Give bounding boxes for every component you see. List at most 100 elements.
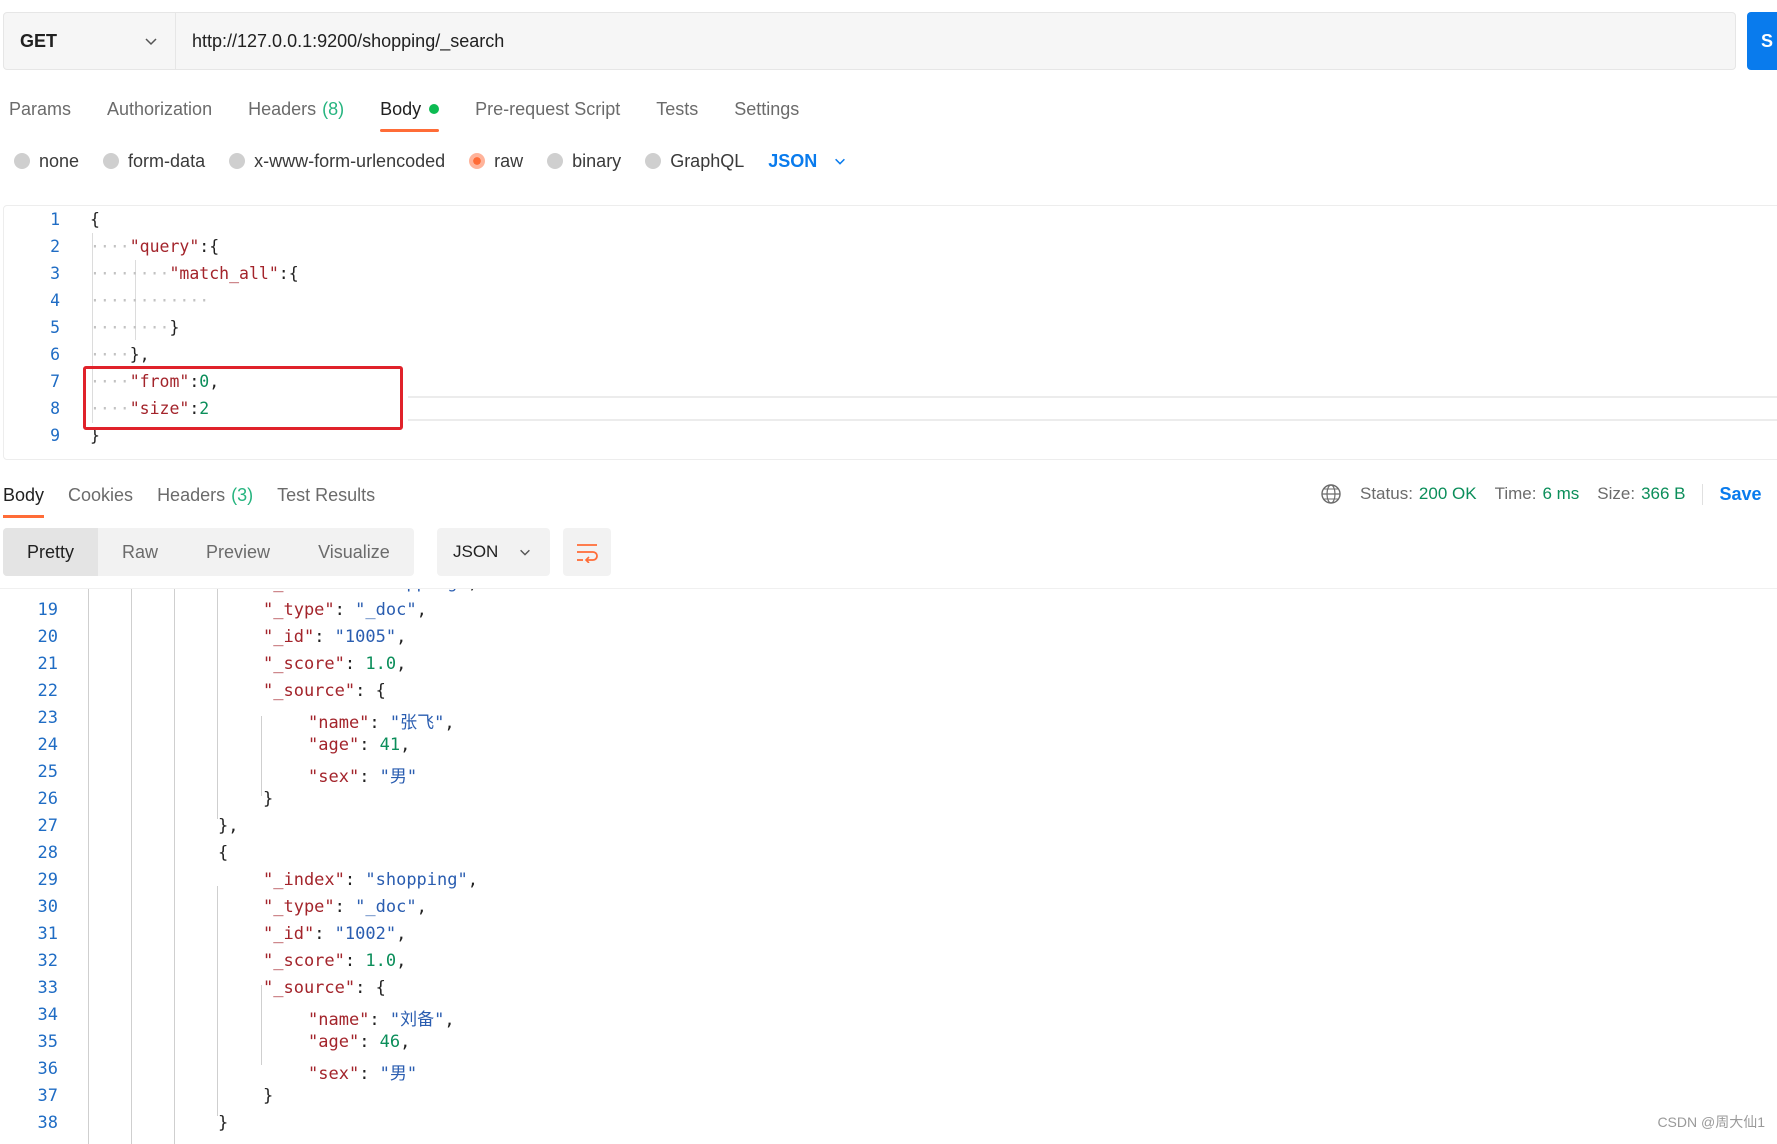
mode-form-data[interactable]: form-data bbox=[103, 151, 205, 172]
response-line-number: 30 bbox=[37, 897, 58, 917]
send-button[interactable]: S bbox=[1747, 12, 1777, 70]
tab-pre-request-script[interactable]: Pre-request Script bbox=[466, 86, 629, 132]
json-value: "刘备" bbox=[389, 1010, 445, 1030]
code-line-2: ····"query":{ bbox=[90, 237, 220, 256]
response-format-select[interactable]: JSON bbox=[437, 528, 550, 576]
view-preview[interactable]: Preview bbox=[182, 528, 294, 576]
response-body-viewer[interactable]: 18 "_index": "shopping", 19 "_type": "_doc"… bbox=[0, 588, 1777, 1144]
response-line-number: 18 bbox=[0, 589, 58, 593]
json-value: 46 bbox=[379, 1032, 401, 1052]
highlight-annotation-box bbox=[83, 366, 403, 430]
radio-none[interactable] bbox=[14, 153, 30, 169]
res-tab-cookies[interactable]: Cookies bbox=[65, 472, 136, 518]
res-tab-cookies-label: Cookies bbox=[68, 484, 134, 505]
mode-raw[interactable]: raw bbox=[469, 151, 523, 172]
response-status-bar: Status: 200 OK Time: 6 ms Size: 366 B Save bbox=[1320, 476, 1762, 512]
time-label: Time: bbox=[1494, 484, 1537, 503]
view-visualize[interactable]: Visualize bbox=[294, 528, 414, 576]
tab-body[interactable]: Body bbox=[371, 86, 448, 132]
line-number: 9 bbox=[50, 426, 60, 445]
tab-tests-label: Tests bbox=[656, 98, 699, 119]
json-key: "_score" bbox=[263, 654, 345, 674]
tab-headers-label: Headers bbox=[248, 98, 317, 119]
view-raw[interactable]: Raw bbox=[98, 528, 182, 576]
response-tabs: Body Cookies Headers (3) Test Results bbox=[0, 472, 396, 518]
radio-raw[interactable] bbox=[469, 153, 486, 169]
json-key: "age" bbox=[308, 735, 360, 755]
tab-settings-label: Settings bbox=[734, 98, 800, 119]
line-number: 3 bbox=[50, 264, 60, 283]
indent-guide bbox=[88, 589, 89, 1144]
method-label: GET bbox=[20, 30, 58, 51]
time-info: Time: 6 ms bbox=[1495, 484, 1580, 504]
line-number: 1 bbox=[50, 210, 60, 229]
json-key: "_type" bbox=[263, 897, 335, 917]
indent-guide bbox=[217, 589, 218, 819]
response-line-number: 27 bbox=[37, 816, 58, 836]
response-line: "age": 46, bbox=[308, 1032, 411, 1052]
response-line: "_source": { bbox=[263, 681, 386, 701]
wrap-lines-button[interactable] bbox=[563, 528, 611, 576]
response-line: } bbox=[263, 1086, 274, 1106]
mode-urlencoded[interactable]: x-www-form-urlencoded bbox=[229, 151, 445, 172]
status-value: 200 OK bbox=[1418, 484, 1477, 503]
headers-count: (8) bbox=[322, 98, 345, 119]
radio-graphql[interactable] bbox=[645, 153, 662, 169]
response-line-number: 38 bbox=[37, 1113, 58, 1133]
json-key: "name" bbox=[308, 1010, 370, 1030]
json-value: 41 bbox=[379, 735, 401, 755]
json-key: "_id" bbox=[263, 924, 315, 944]
res-tab-test-results[interactable]: Test Results bbox=[274, 472, 378, 518]
indent-guide bbox=[131, 589, 132, 1144]
json-key: "_source" bbox=[263, 681, 356, 701]
response-line-number: 33 bbox=[37, 978, 58, 998]
response-line-number: 32 bbox=[37, 951, 58, 971]
mode-none[interactable]: none bbox=[14, 151, 79, 172]
radio-binary[interactable] bbox=[547, 153, 564, 169]
view-pretty[interactable]: Pretty bbox=[3, 528, 99, 576]
line-number: 6 bbox=[50, 345, 60, 364]
response-line: "name": "张飞", bbox=[308, 713, 455, 733]
tab-params[interactable]: Params bbox=[0, 86, 80, 132]
mode-none-label: none bbox=[39, 150, 80, 171]
response-line-number: 20 bbox=[37, 627, 58, 647]
json-key: "_score" bbox=[263, 951, 345, 971]
indent-guide bbox=[174, 589, 175, 1144]
line-number: 2 bbox=[50, 237, 60, 256]
tab-tests[interactable]: Tests bbox=[647, 86, 707, 132]
method-select[interactable]: GET bbox=[4, 13, 176, 69]
response-line-number: 23 bbox=[37, 708, 58, 728]
request-url-bar: GET http://127.0.0.1:9200/shopping/_sear… bbox=[3, 12, 1736, 70]
response-line: "sex": "男" bbox=[308, 1064, 418, 1084]
globe-icon[interactable] bbox=[1320, 483, 1342, 505]
mode-binary[interactable]: binary bbox=[547, 151, 621, 172]
radio-urlencoded[interactable] bbox=[229, 153, 246, 169]
editor-current-line bbox=[408, 419, 1777, 421]
res-tab-body[interactable]: Body bbox=[0, 472, 47, 518]
request-tabs: Params Authorization Headers (8) Body Pre… bbox=[0, 86, 826, 132]
json-value: "shopping" bbox=[365, 589, 467, 593]
mode-raw-label: raw bbox=[494, 150, 524, 171]
radio-form-data[interactable] bbox=[103, 153, 120, 169]
json-key: "sex" bbox=[308, 1064, 360, 1084]
json-key: "_source" bbox=[263, 978, 356, 998]
tab-settings[interactable]: Settings bbox=[725, 86, 808, 132]
json-value: { bbox=[375, 681, 386, 701]
raw-format-label: JSON bbox=[768, 150, 818, 171]
tab-body-label: Body bbox=[380, 98, 422, 119]
url-input[interactable]: http://127.0.0.1:9200/shopping/_search bbox=[176, 13, 1735, 69]
raw-format-select[interactable]: JSON bbox=[768, 151, 847, 172]
response-line: "_score": 1.0, bbox=[263, 951, 407, 971]
res-tab-test-results-label: Test Results bbox=[277, 484, 376, 505]
mode-graphql[interactable]: GraphQL bbox=[645, 151, 744, 172]
indent-guide bbox=[217, 886, 218, 1116]
wrap-lines-icon bbox=[577, 544, 598, 563]
tab-headers[interactable]: Headers (8) bbox=[239, 86, 353, 132]
response-line-number: 24 bbox=[37, 735, 58, 755]
tab-authorization[interactable]: Authorization bbox=[98, 86, 221, 132]
code-line-3: ········"match_all":{ bbox=[90, 264, 299, 283]
res-tab-headers[interactable]: Headers (3) bbox=[154, 472, 256, 518]
res-tab-body-label: Body bbox=[3, 484, 45, 505]
save-response-button[interactable]: Save bbox=[1701, 483, 1762, 505]
size-info: Size: 366 B bbox=[1597, 484, 1685, 504]
